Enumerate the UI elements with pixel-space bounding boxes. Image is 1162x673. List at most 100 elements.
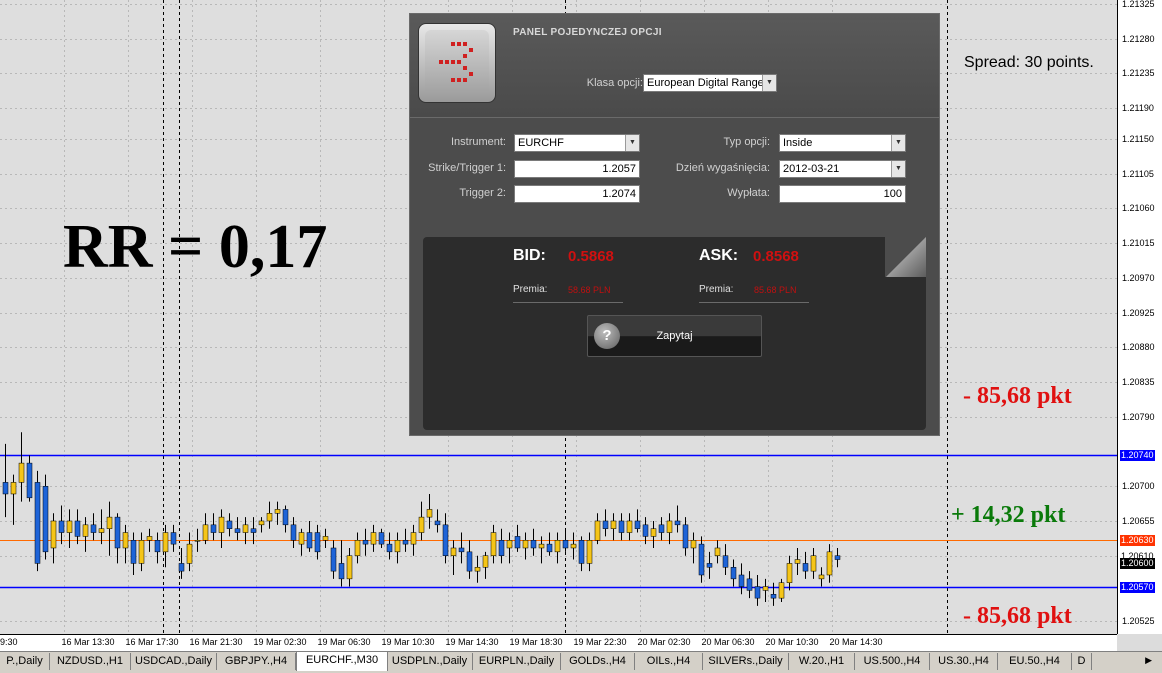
panel-logo-icon bbox=[418, 23, 496, 103]
expiry-date-picker[interactable]: 2012-03-21 ▼ bbox=[779, 160, 906, 178]
rr-annotation: RR = 0,17 bbox=[63, 213, 328, 281]
panel-divider bbox=[410, 117, 939, 118]
chart-tab[interactable]: GBPJPY.,H4 bbox=[217, 653, 296, 670]
time-tick-label: 19 Mar 10:30 bbox=[381, 637, 435, 647]
candle-body bbox=[354, 540, 361, 556]
price-axis: 1.21325 1.21280 1.21235 1.21190 1.21150 1.211… bbox=[1117, 0, 1162, 634]
price-tick-label: 1.20970 bbox=[1122, 272, 1155, 283]
time-tick-label: 19 Mar 14:30 bbox=[445, 637, 499, 647]
candle-body bbox=[146, 536, 153, 541]
candle-body bbox=[346, 555, 353, 580]
price-tick-label: 1.20700 bbox=[1122, 480, 1155, 491]
price-tick-label: 1.20925 bbox=[1122, 307, 1155, 318]
request-quote-label: Zapytaj bbox=[656, 330, 693, 342]
chart-tab[interactable]: USDPLN.,Daily bbox=[387, 653, 473, 670]
chart-tab[interactable]: EURPLN.,Daily bbox=[473, 653, 561, 670]
chart-tab[interactable]: USDCAD.,Daily bbox=[131, 653, 217, 670]
candle-body bbox=[402, 540, 409, 545]
candle-body bbox=[434, 520, 441, 526]
request-quote-button[interactable]: ? Zapytaj bbox=[587, 315, 762, 357]
candle-body bbox=[522, 540, 529, 549]
candle-body bbox=[794, 559, 801, 564]
page-curl-decoration bbox=[885, 237, 926, 277]
price-chart[interactable]: RR = 0,17 Spread: 30 points. - 85,68 pkt… bbox=[0, 0, 1117, 634]
candle-body bbox=[250, 528, 257, 533]
single-option-panel: PANEL POJEDYNCZEJ OPCJI Klasa opcji: Eur… bbox=[409, 13, 940, 436]
bid-premia-label: Premia: bbox=[513, 284, 548, 295]
bid-premia-value: 58.68 PLN bbox=[568, 285, 611, 295]
candle-body bbox=[474, 567, 481, 572]
option-type-label: Typ opcji: bbox=[723, 136, 770, 148]
candle-body bbox=[370, 532, 377, 545]
chart-tab[interactable]: OILs.,H4 bbox=[635, 653, 703, 670]
candle-body bbox=[810, 555, 817, 572]
candle-body bbox=[674, 520, 681, 526]
chart-tab[interactable]: SILVERs.,Daily bbox=[703, 653, 789, 670]
option-type-select[interactable]: Inside ▼ bbox=[779, 134, 906, 152]
chart-tab[interactable]: NZDUSD.,H1 bbox=[50, 653, 131, 670]
panel-header: PANEL POJEDYNCZEJ OPCJI Klasa opcji: Eur… bbox=[410, 14, 939, 117]
time-axis: 9:30 16 Mar 13:30 16 Mar 17:30 16 Mar 21:30… bbox=[0, 634, 1117, 652]
candle-body bbox=[18, 462, 25, 483]
chart-tab[interactable]: D bbox=[1072, 653, 1092, 670]
candle-body bbox=[410, 532, 417, 545]
chart-tab[interactable]: US.500.,H4 bbox=[855, 653, 930, 670]
candle-body bbox=[458, 547, 465, 553]
instrument-select[interactable]: EURCHF ▼ bbox=[514, 134, 640, 152]
chart-tab[interactable]: W.20.,H1 bbox=[789, 653, 855, 670]
candle-body bbox=[82, 524, 89, 537]
chart-tab[interactable]: US.30.,H4 bbox=[930, 653, 998, 670]
candle-body bbox=[594, 520, 601, 541]
candle-body bbox=[138, 540, 145, 564]
panel-title: PANEL POJEDYNCZEJ OPCJI bbox=[513, 27, 662, 38]
candle-body bbox=[90, 524, 97, 533]
candle-body bbox=[586, 540, 593, 564]
price-tick-label: 1.21190 bbox=[1122, 102, 1154, 113]
candle-body bbox=[258, 520, 265, 526]
payout-input[interactable]: 100 bbox=[779, 185, 906, 203]
candle-body bbox=[658, 524, 665, 533]
chart-tab[interactable]: P.,Daily bbox=[0, 653, 50, 670]
price-marker-label: 1.20600 bbox=[1120, 557, 1155, 569]
price-marker-label: 1.20630 bbox=[1120, 534, 1155, 546]
candle-body bbox=[154, 540, 161, 553]
option-class-select[interactable]: European Digital Range ▼ bbox=[643, 74, 777, 92]
chart-tab[interactable]: GOLDs.,H4 bbox=[561, 653, 635, 670]
loss-annotation-top: - 85,68 pkt bbox=[963, 383, 1072, 409]
ask-premia-label: Premia: bbox=[699, 284, 734, 295]
time-tick-label: 20 Mar 06:30 bbox=[701, 637, 755, 647]
loss-annotation-bottom: - 85,68 pkt bbox=[963, 603, 1072, 629]
candle-body bbox=[218, 516, 225, 533]
price-tick-label: 1.20525 bbox=[1122, 615, 1155, 626]
candle-body bbox=[610, 520, 617, 529]
chevron-down-icon: ▼ bbox=[891, 135, 905, 151]
candle-body bbox=[562, 540, 569, 549]
candle-body bbox=[546, 543, 553, 553]
calendar-dropdown-icon: ▼ bbox=[891, 161, 905, 177]
candle-body bbox=[450, 547, 457, 556]
tab-scroll-arrow-icon[interactable]: ▶ bbox=[1145, 655, 1152, 666]
chart-tabs-bar: ▶ P.,Daily NZDUSD.,H1 USDCAD.,Daily GBPJPY.… bbox=[0, 651, 1162, 673]
candle-body bbox=[378, 532, 385, 545]
candle-body bbox=[322, 536, 329, 541]
candle-body bbox=[298, 532, 305, 545]
chart-tab[interactable]: EU.50.,H4 bbox=[998, 653, 1072, 670]
candle-body bbox=[802, 563, 809, 572]
candle-body bbox=[682, 524, 689, 549]
candle-body bbox=[642, 524, 649, 537]
ask-underline bbox=[699, 302, 809, 303]
candle-body bbox=[34, 482, 41, 564]
candle-body bbox=[178, 563, 185, 572]
price-tick-label: 1.21105 bbox=[1122, 168, 1154, 179]
time-tick-label: 19 Mar 22:30 bbox=[573, 637, 627, 647]
candle-body bbox=[570, 543, 577, 549]
trigger2-input[interactable]: 1.2074 bbox=[514, 185, 640, 203]
time-tick-label: 16 Mar 21:30 bbox=[189, 637, 243, 647]
price-tick-label: 1.21015 bbox=[1122, 237, 1155, 248]
strike-input[interactable]: 1.2057 bbox=[514, 160, 640, 178]
chart-tab[interactable]: EURCHF.,M30 bbox=[296, 652, 388, 671]
candle-body bbox=[10, 482, 17, 495]
price-tick-label: 1.20655 bbox=[1122, 515, 1155, 526]
candle-body bbox=[426, 509, 433, 518]
candle-body bbox=[762, 586, 769, 591]
